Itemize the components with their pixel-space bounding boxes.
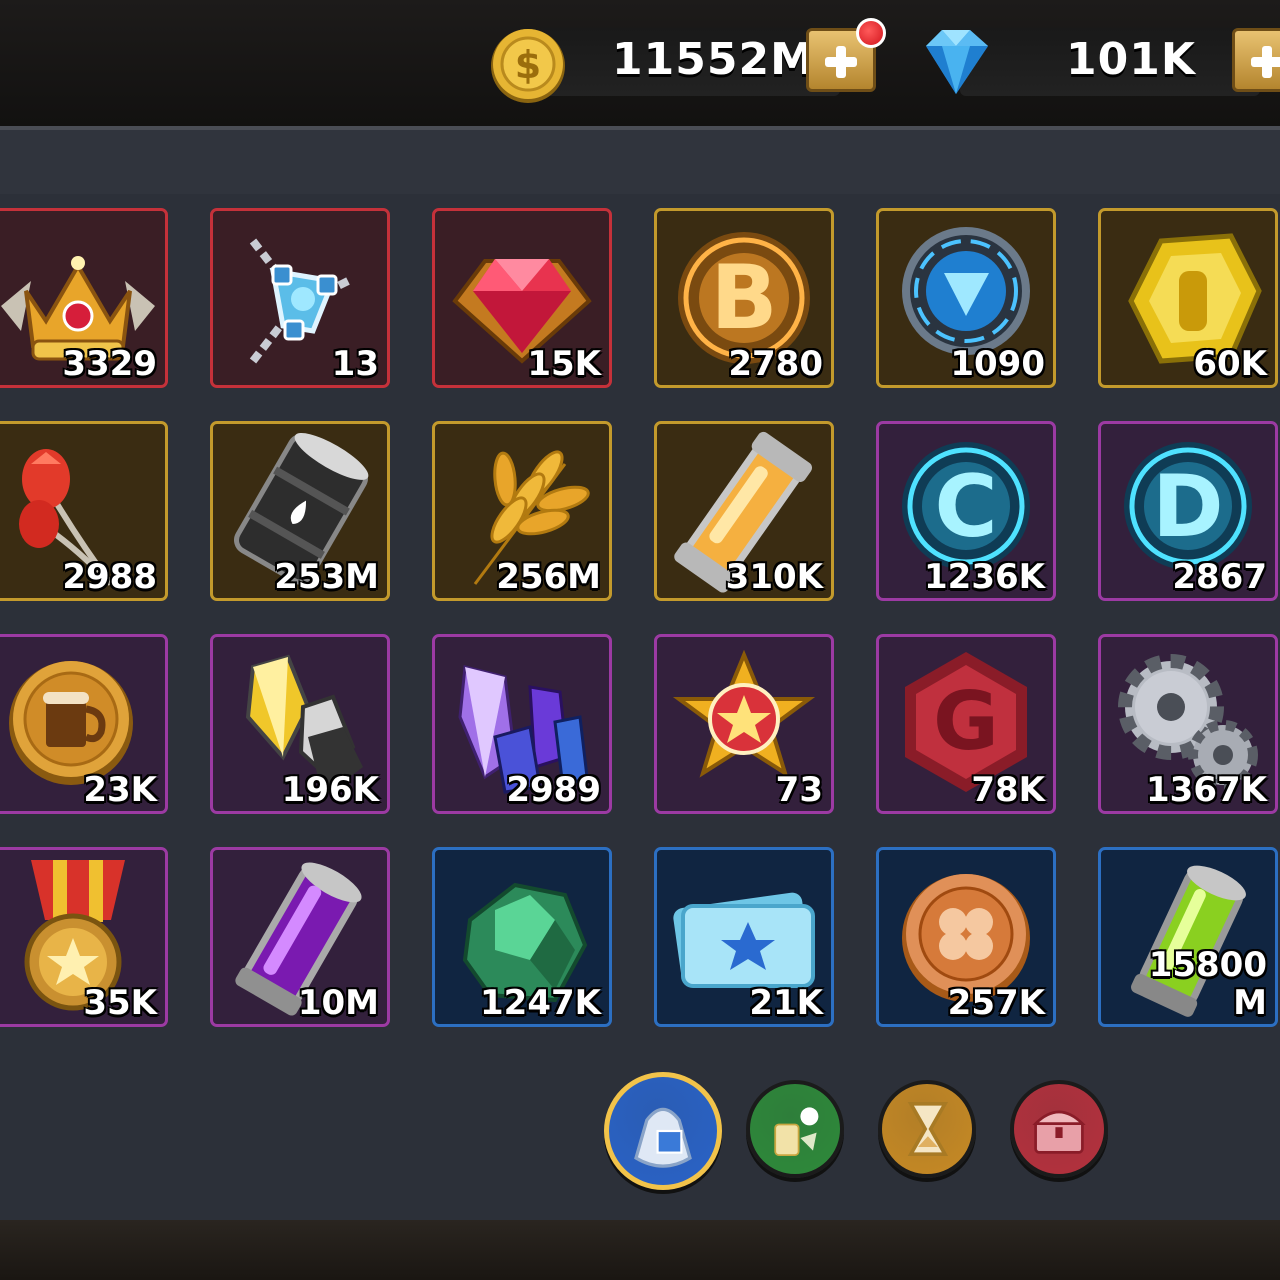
inventory-slot[interactable]: 1367K <box>1098 634 1278 814</box>
item-quantity: 2989 <box>506 770 601 810</box>
svg-text:$: $ <box>515 43 541 87</box>
inventory-slot[interactable]: C 1236K <box>876 421 1056 601</box>
tab-treasure-chest[interactable] <box>1010 1080 1108 1178</box>
tab-resource-bag[interactable] <box>604 1072 722 1190</box>
tab-hourglass-speedup[interactable] <box>878 1080 976 1178</box>
inventory-slot[interactable]: 2989 <box>432 634 612 814</box>
inventory-slot[interactable]: 35K <box>0 847 168 1027</box>
inventory-slot[interactable]: 60K <box>1098 208 1278 388</box>
inventory-slot[interactable]: 10M <box>210 847 390 1027</box>
item-quantity: 1247K <box>480 983 601 1023</box>
item-quantity: 60K <box>1193 344 1267 384</box>
inventory-slot[interactable]: 21K <box>654 847 834 1027</box>
item-quantity: 73 <box>775 770 823 810</box>
svg-text:B: B <box>710 246 777 349</box>
hourglass-speedup-icon <box>907 1102 949 1156</box>
item-quantity: 3329 <box>62 344 157 384</box>
item-quantity: 13 <box>331 344 379 384</box>
item-quantity: 23K <box>83 770 157 810</box>
item-quantity: 10M <box>297 983 379 1023</box>
item-quantity: 256M <box>496 557 601 597</box>
inventory-slot[interactable]: 196K <box>210 634 390 814</box>
inventory-slot[interactable]: 253M <box>210 421 390 601</box>
bottom-frame <box>0 1220 1280 1280</box>
inventory-slot[interactable]: 2988 <box>0 421 168 601</box>
inventory-slot[interactable]: 3329 <box>0 208 168 388</box>
item-quantity: 15800 M <box>1148 945 1267 1023</box>
item-quantity: 253M <box>274 557 379 597</box>
inventory-slot[interactable]: D 2867 <box>1098 421 1278 601</box>
item-quantity: 257K <box>947 983 1045 1023</box>
panel-header <box>0 130 1280 194</box>
inventory-slot[interactable]: 1090 <box>876 208 1056 388</box>
gold-amount: 11552M <box>612 34 815 85</box>
item-quantity: 2780 <box>728 344 823 384</box>
inventory-slot[interactable]: G 78K <box>876 634 1056 814</box>
item-quantity: 35K <box>83 983 157 1023</box>
inventory-panel <box>0 126 1280 1220</box>
currency-bar: $ 11552M 101K <box>0 0 1280 126</box>
item-quantity: 2867 <box>1172 557 1267 597</box>
svg-text:G: G <box>933 675 999 768</box>
inventory-slot[interactable]: 23K <box>0 634 168 814</box>
inventory-slot[interactable]: 1247K <box>432 847 612 1027</box>
inventory-slot[interactable]: 257K <box>876 847 1056 1027</box>
food-items-icon <box>774 1107 819 1156</box>
gem-amount: 101K <box>1066 34 1196 85</box>
inventory-slot[interactable]: B 2780 <box>654 208 834 388</box>
gold-coin-icon: $ <box>491 29 565 103</box>
inventory-slot[interactable]: 256M <box>432 421 612 601</box>
item-quantity: 15K <box>527 344 601 384</box>
item-quantity: 1236K <box>924 557 1045 597</box>
item-quantity: 78K <box>971 770 1045 810</box>
inventory-slot[interactable]: 15800 M <box>1098 847 1278 1027</box>
resource-bag-icon <box>634 1107 692 1168</box>
inventory-slot[interactable]: 310K <box>654 421 834 601</box>
inventory-slot[interactable]: 73 <box>654 634 834 814</box>
item-quantity: 310K <box>725 557 823 597</box>
add-gems-button[interactable] <box>1232 28 1280 92</box>
inventory-slot[interactable]: 15K <box>432 208 612 388</box>
item-quantity: 196K <box>281 770 379 810</box>
item-quantity: 1090 <box>950 344 1045 384</box>
item-quantity: 1367K <box>1146 770 1267 810</box>
svg-text:D: D <box>1152 457 1223 557</box>
notification-dot <box>856 18 886 48</box>
inventory-slot[interactable]: 13 <box>210 208 390 388</box>
tab-food-items[interactable] <box>746 1080 844 1178</box>
svg-text:C: C <box>934 457 997 557</box>
item-quantity: 2988 <box>62 557 157 597</box>
item-quantity: 21K <box>749 983 823 1023</box>
blue-diamond-icon <box>926 30 988 94</box>
treasure-chest-icon <box>1032 1110 1086 1154</box>
